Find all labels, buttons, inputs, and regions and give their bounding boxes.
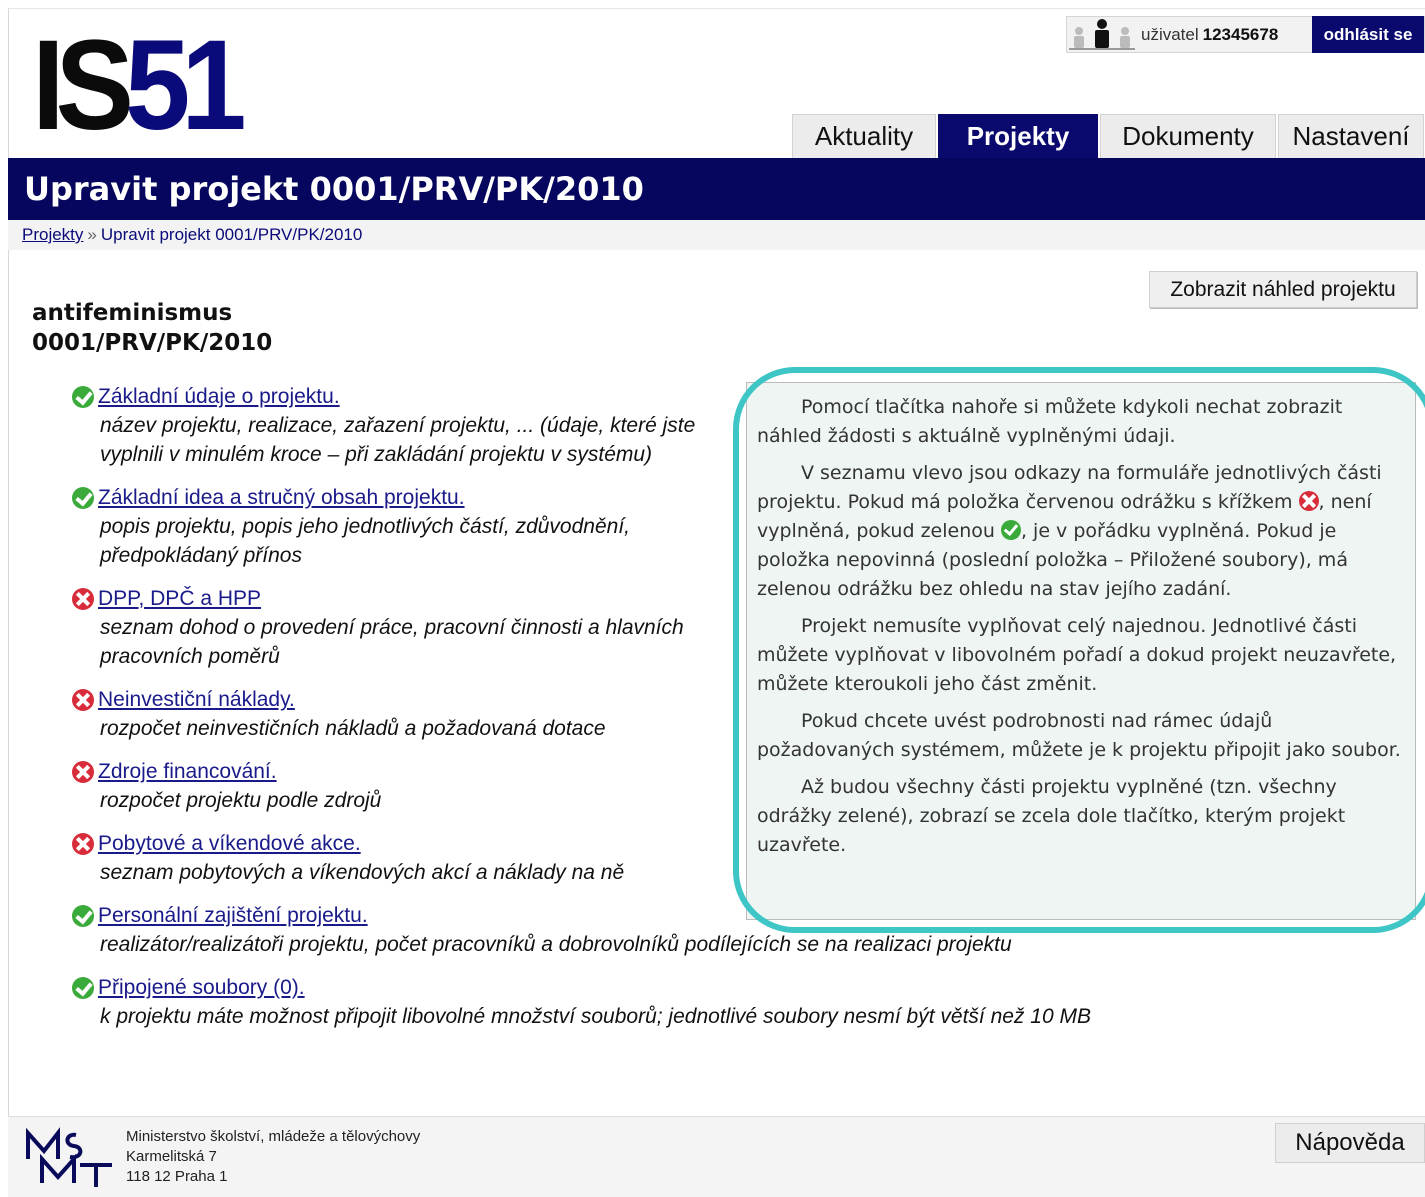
section-link[interactable]: Základní údaje o projektu. — [98, 385, 340, 409]
cross-error-icon — [72, 833, 94, 855]
info-paragraph: Pomocí tlačítka nahoře si můžete kdykoli… — [757, 396, 1343, 447]
user-id: 12345678 — [1202, 24, 1279, 44]
section-description: popis projektu, popis jeho jednotlivých … — [100, 515, 630, 567]
section-link[interactable]: Pobytové a víkendové akce. — [98, 832, 361, 856]
check-ok-icon — [72, 905, 94, 927]
info-paragraph: Až budou všechny části projektu vyplněné… — [757, 776, 1346, 856]
msmt-logo — [24, 1125, 124, 1189]
section-description: název projektu, realizace, zařazení proj… — [100, 414, 696, 466]
user-box: uživatel 12345678 odhlásit se — [1066, 16, 1425, 53]
title-bar: Upravit projekt 0001/PRV/PK/2010 — [8, 158, 1425, 220]
tab-nastaveni[interactable]: Nastavení — [1278, 114, 1424, 158]
info-paragraph: V seznamu vlevo jsou odkazy na formuláře… — [757, 462, 1382, 600]
breadcrumb-link-projekty[interactable]: Projekty — [22, 225, 83, 245]
tab-projekty[interactable]: Projekty — [938, 114, 1098, 158]
section-link[interactable]: DPP, DPČ a HPP — [98, 587, 261, 611]
footer-address: Ministerstvo školství, mládeže a tělovýc… — [126, 1127, 420, 1187]
info-paragraph: Projekt nemusíte vyplňovat celý najednou… — [757, 615, 1397, 695]
section-description: realizátor/realizátoři projektu, počet p… — [100, 933, 1012, 956]
breadcrumb-separator: » — [87, 225, 97, 244]
section-link[interactable]: Neinvestiční náklady. — [98, 688, 295, 712]
project-code: 0001/PRV/PK/2010 — [32, 330, 273, 356]
cross-error-icon — [1298, 491, 1319, 511]
logout-button[interactable]: odhlásit se — [1312, 16, 1424, 53]
tab-dokumenty[interactable]: Dokumenty — [1100, 114, 1276, 158]
breadcrumb-current: Upravit projekt 0001/PRV/PK/2010 — [100, 225, 363, 244]
check-ok-icon — [72, 487, 94, 509]
check-ok-icon — [72, 386, 94, 408]
section-description: k projektu máte možnost připojit libovol… — [100, 1005, 1091, 1028]
user-icon — [1067, 17, 1137, 52]
section-link[interactable]: Zdroje financování. — [98, 760, 277, 784]
info-paragraph: Pokud chcete uvést podrobnosti nad rámec… — [757, 710, 1401, 761]
section-link[interactable]: Základní idea a stručný obsah projektu. — [98, 486, 465, 510]
section-description: rozpočet neinvestičních nákladů a požado… — [100, 717, 606, 740]
section-link[interactable]: Připojené soubory (0). — [98, 976, 305, 1000]
section-link[interactable]: Personální zajištění projektu. — [98, 904, 368, 928]
logo-text-is: IS — [32, 14, 134, 157]
user-label: uživatel 12345678 — [1141, 24, 1279, 44]
list-item: Připojené soubory (0). k projektu máte m… — [72, 974, 1152, 1031]
footer-line: Ministerstvo školství, mládeže a tělovýc… — [126, 1128, 421, 1145]
footer: Ministerstvo školství, mládeže a tělovýc… — [8, 1116, 1425, 1197]
logo-text-51: 51 — [124, 14, 247, 157]
project-heading: antifeminismus 0001/PRV/PK/2010 — [32, 298, 272, 358]
project-name: antifeminismus — [32, 300, 233, 326]
is51-logo: IS51 — [32, 22, 247, 150]
cross-error-icon — [72, 761, 94, 783]
check-ok-icon — [1000, 520, 1021, 540]
tab-aktuality[interactable]: Aktuality — [792, 114, 936, 158]
footer-line: 118 12 Praha 1 — [126, 1168, 228, 1185]
breadcrumb: Projekty » Upravit projekt 0001/PRV/PK/2… — [8, 220, 1425, 250]
info-panel: Pomocí tlačítka nahoře si můžete kdykoli… — [746, 382, 1416, 920]
cross-error-icon — [72, 588, 94, 610]
page-title: Upravit projekt 0001/PRV/PK/2010 — [24, 170, 644, 208]
main-tabs: Aktuality Projekty Dokumenty Nastavení — [792, 114, 1425, 158]
check-ok-icon — [72, 977, 94, 999]
preview-project-button[interactable]: Zobrazit náhled projektu — [1149, 271, 1417, 308]
section-description: seznam pobytových a víkendových akcí a n… — [100, 861, 625, 884]
cross-error-icon — [72, 689, 94, 711]
section-description: seznam dohod o provedení práce, pracovní… — [100, 616, 684, 668]
section-description: rozpočet projektu podle zdrojů — [100, 789, 382, 812]
help-button[interactable]: Nápověda — [1275, 1123, 1425, 1163]
footer-line: Karmelitská 7 — [126, 1148, 217, 1165]
